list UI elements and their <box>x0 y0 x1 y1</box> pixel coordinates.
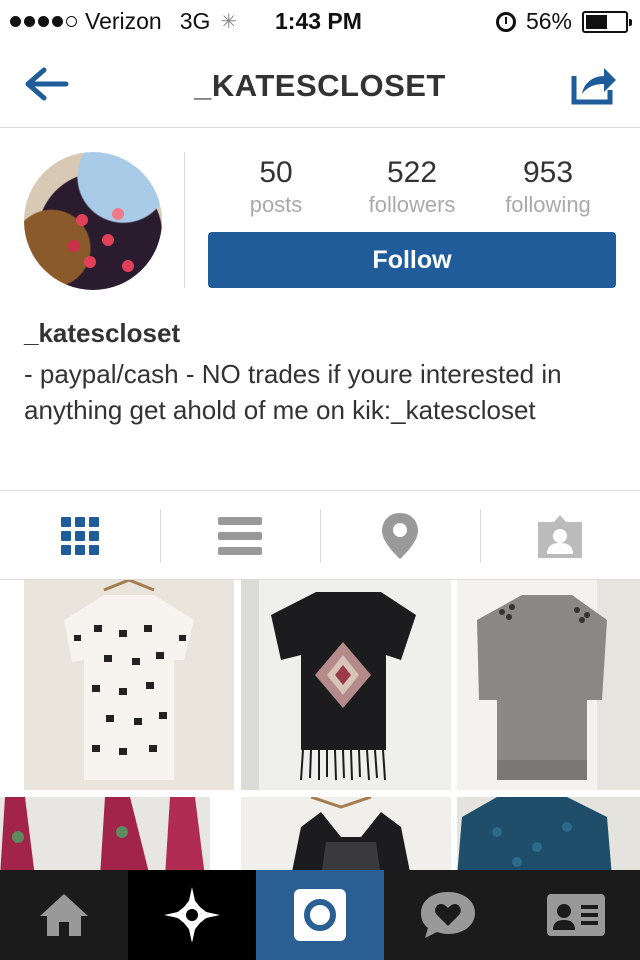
location-pin-icon <box>382 513 418 559</box>
alarm-icon <box>495 11 516 32</box>
profile-username: _katescloset <box>24 318 181 348</box>
tab-home[interactable] <box>0 870 128 960</box>
grid-view-tab[interactable] <box>0 491 160 581</box>
profile-card-icon <box>547 894 605 936</box>
battery-icon <box>582 10 632 33</box>
tagged-photos-tab[interactable] <box>480 491 640 581</box>
camera-icon <box>294 889 346 941</box>
posts-label: posts <box>249 192 303 217</box>
followers-label: followers <box>368 192 456 217</box>
tab-explore[interactable] <box>128 870 256 960</box>
view-mode-tabs <box>0 490 640 580</box>
battery-percent: 56% <box>525 8 572 34</box>
photo-thumbnail[interactable] <box>0 797 210 870</box>
following-stat[interactable]: 953 following <box>478 156 618 218</box>
tab-camera[interactable] <box>256 870 384 960</box>
profile-bio: - paypal/cash - NO trades if youre inter… <box>24 359 562 425</box>
network-type: 3G <box>179 8 211 34</box>
photo-grid <box>0 580 640 870</box>
tab-activity[interactable] <box>384 870 512 960</box>
location-tab[interactable] <box>320 491 480 581</box>
tagged-photos-icon <box>538 515 582 558</box>
following-label: following <box>505 192 591 217</box>
tab-profile[interactable] <box>512 870 640 960</box>
divider <box>184 152 185 288</box>
photo-thumbnail[interactable] <box>241 580 451 790</box>
photo-thumbnail[interactable] <box>457 797 640 870</box>
explore-star-icon <box>164 887 220 943</box>
posts-stat[interactable]: 50 posts <box>206 156 346 218</box>
share-icon[interactable] <box>570 62 618 106</box>
navigation-bar: _KATESCLOSET <box>0 40 640 128</box>
signal-strength-icon <box>10 16 77 27</box>
status-time: 1:43 PM <box>275 8 362 34</box>
bottom-tab-bar <box>0 870 640 960</box>
carrier-name: Verizon <box>85 8 162 34</box>
activity-spinner-icon: ✳ <box>220 11 238 33</box>
home-icon <box>40 894 88 936</box>
grid-view-icon <box>61 517 99 555</box>
followers-stat[interactable]: 522 followers <box>342 156 482 218</box>
profile-avatar <box>24 152 162 290</box>
photo-thumbnail[interactable] <box>457 580 640 790</box>
following-count: 953 <box>522 156 574 189</box>
follow-button[interactable]: Follow <box>208 232 616 288</box>
photo-thumbnail[interactable] <box>24 580 234 790</box>
activity-heart-icon <box>421 892 475 938</box>
photo-thumbnail[interactable] <box>241 797 451 870</box>
list-view-tab[interactable] <box>160 491 320 581</box>
list-view-icon <box>218 517 262 555</box>
posts-count: 50 <box>259 156 293 189</box>
page-title: _KATESCLOSET <box>194 68 446 103</box>
status-bar: Verizon 3G ✳ 1:43 PM 56% <box>0 0 640 40</box>
followers-count: 522 <box>386 156 438 189</box>
